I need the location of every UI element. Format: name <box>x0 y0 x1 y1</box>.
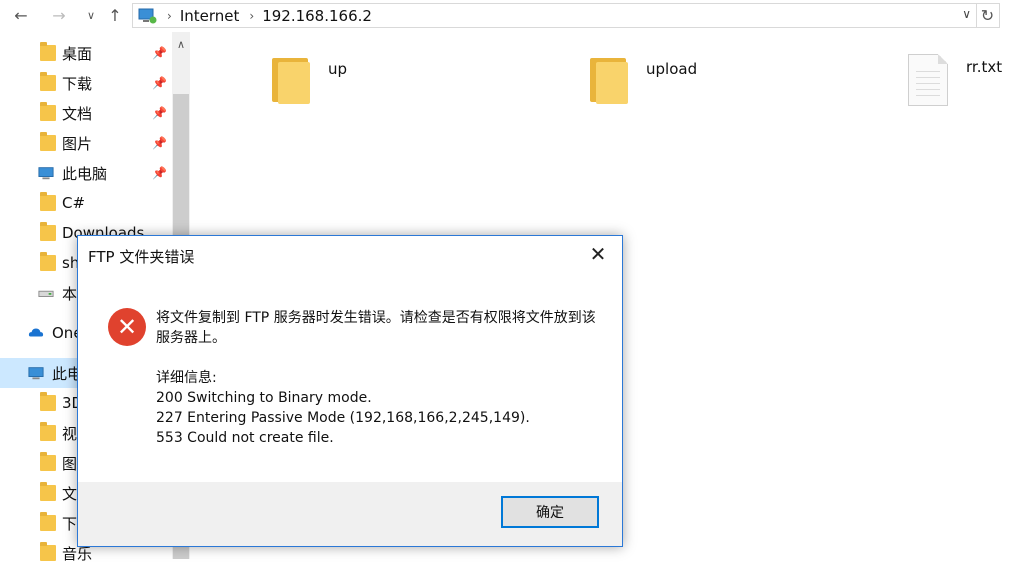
sidebar-item-label: C# <box>62 194 86 212</box>
sidebar-item-desktop[interactable]: 桌面 📌 <box>0 38 172 68</box>
network-computer-icon <box>138 8 157 23</box>
sidebar-item-label: 本 <box>62 284 78 303</box>
computer-icon <box>28 367 44 380</box>
breadcrumb-separator-icon: › <box>167 8 172 23</box>
breadcrumb-host[interactable]: 192.168.166.2 <box>262 7 372 25</box>
pin-icon: 📌 <box>152 166 167 180</box>
file-name: up <box>328 60 348 78</box>
documents-folder-icon <box>40 482 56 501</box>
ok-button[interactable]: 确定 <box>501 496 599 528</box>
back-arrow-icon[interactable]: ← <box>10 4 32 26</box>
3d-objects-folder-icon <box>40 392 56 411</box>
breadcrumb-separator-icon: › <box>249 8 255 23</box>
address-dropdown-icon[interactable]: ∨ <box>962 7 971 21</box>
sidebar-item-documents[interactable]: 文档 📌 <box>0 98 172 128</box>
address-bar[interactable]: › Internet › 192.168.166.2 ∨ <box>132 3 1000 28</box>
videos-folder-icon <box>40 422 56 441</box>
pin-icon: 📌 <box>152 76 167 90</box>
navigation-bar: ← → ∨ ↑ › Internet › 192.168.166.2 ∨ ↻ <box>0 0 1020 32</box>
error-icon: ✕ <box>108 308 146 346</box>
folder-icon <box>40 192 56 211</box>
folder-icon <box>590 56 628 104</box>
downloads-folder-icon <box>40 72 56 91</box>
recent-locations-chevron-icon[interactable]: ∨ <box>80 4 102 26</box>
pictures-folder-icon <box>40 132 56 151</box>
folder-icon <box>272 56 310 104</box>
error-details: 详细信息: 200 Switching to Binary mode. 227 … <box>156 368 596 448</box>
folder-icon <box>40 222 56 241</box>
file-item-rr-txt[interactable]: rr.txt <box>908 54 1002 106</box>
sidebar-item-label: 图片 <box>62 134 93 153</box>
file-item-upload[interactable]: upload <box>590 56 697 104</box>
forward-arrow-icon[interactable]: → <box>48 4 70 26</box>
sidebar-item-label: 桌面 <box>62 44 93 63</box>
documents-folder-icon <box>40 102 56 121</box>
error-message: 将文件复制到 FTP 服务器时发生错误。请检查是否有权限将文件放到该服务器上。 <box>156 310 596 346</box>
scroll-up-icon[interactable]: ∧ <box>172 38 190 51</box>
dialog-footer: 确定 <box>78 482 622 546</box>
pictures-folder-icon <box>40 452 56 471</box>
sidebar-item-pictures[interactable]: 图片 📌 <box>0 128 172 158</box>
sidebar-item-csharp[interactable]: C# <box>0 188 172 218</box>
pin-icon: 📌 <box>152 106 167 120</box>
sidebar-item-label: 视 <box>62 424 78 443</box>
desktop-folder-icon <box>40 42 56 61</box>
details-heading: 详细信息: <box>156 370 217 386</box>
computer-icon <box>38 167 54 180</box>
folder-icon <box>40 252 56 271</box>
refresh-icon[interactable]: ↻ <box>976 3 998 28</box>
downloads-folder-icon <box>40 512 56 531</box>
sidebar-item-label: 图 <box>62 454 78 473</box>
dialog-title: FTP 文件夹错误 <box>88 248 195 266</box>
pin-icon: 📌 <box>152 136 167 150</box>
sidebar-item-label: 文 <box>62 484 78 503</box>
up-arrow-icon[interactable]: ↑ <box>104 4 126 26</box>
details-line: 200 Switching to Binary mode. <box>156 390 372 406</box>
file-name: rr.txt <box>966 58 1003 76</box>
onedrive-icon <box>28 328 44 337</box>
sidebar-item-label: 文档 <box>62 104 93 123</box>
breadcrumb-internet[interactable]: Internet <box>180 7 240 25</box>
text-file-icon <box>908 54 948 106</box>
ftp-error-dialog: FTP 文件夹错误 ✕ ✕ 将文件复制到 FTP 服务器时发生错误。请检查是否有… <box>77 235 623 547</box>
sidebar-item-this-pc[interactable]: 此电脑 📌 <box>0 158 172 188</box>
close-icon[interactable]: ✕ <box>586 242 610 266</box>
pin-icon: 📌 <box>152 46 167 60</box>
details-line: 227 Entering Passive Mode (192,168,166,2… <box>156 410 530 426</box>
sidebar-item-downloads[interactable]: 下载 📌 <box>0 68 172 98</box>
file-item-up[interactable]: up <box>272 56 347 104</box>
drive-icon <box>38 290 54 297</box>
sidebar-item-label: 下载 <box>62 74 93 93</box>
details-line: 553 Could not create file. <box>156 430 334 446</box>
file-name: upload <box>646 60 698 78</box>
sidebar-item-label: 此电脑 <box>62 164 108 183</box>
sidebar-item-label: 下 <box>62 514 78 533</box>
